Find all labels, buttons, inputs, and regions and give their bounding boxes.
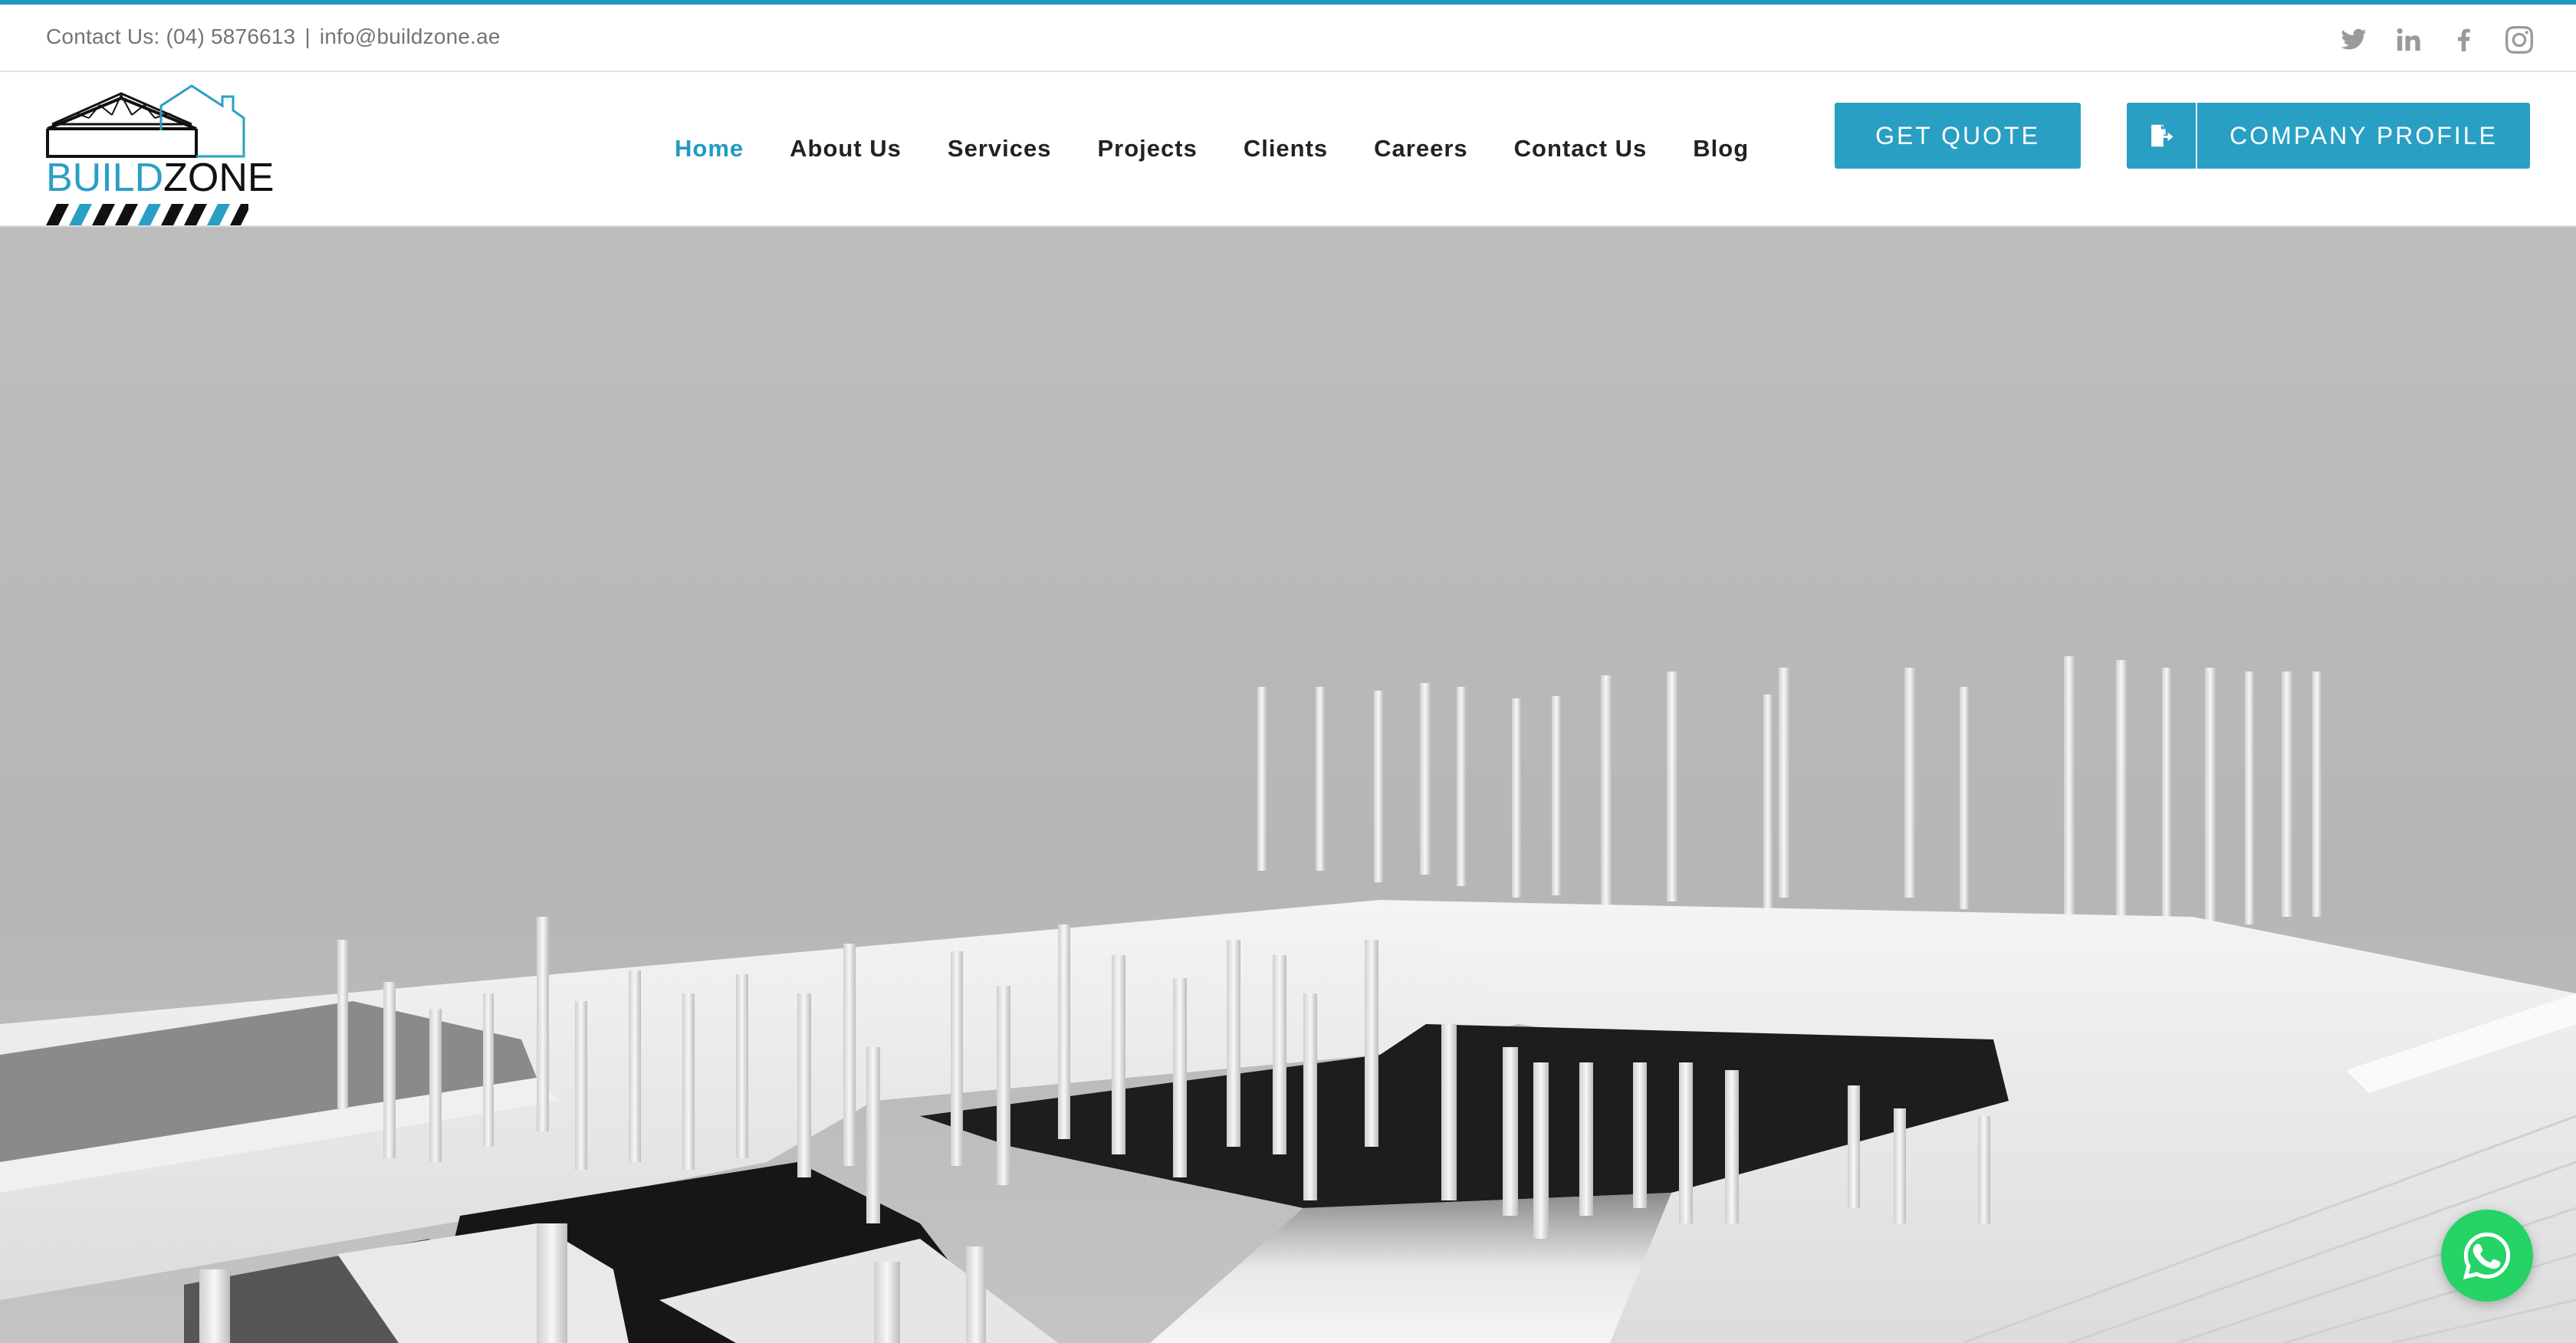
company-profile-label: COMPANY PROFILE [2229,121,2498,149]
logo-hazard-stripes [46,204,248,225]
contact-email[interactable]: info@buildzone.ae [320,25,501,48]
nav-projects[interactable]: Projects [1097,135,1197,163]
nav-contact-us[interactable]: Contact Us [1514,135,1648,163]
instagram-icon[interactable] [2505,26,2533,54]
file-export-icon [2127,103,2197,169]
whatsapp-icon [2463,1232,2511,1280]
logo-word-build: BUILD [46,156,164,200]
nav-about-us[interactable]: About Us [790,135,902,163]
contact-info: Contact Us: (04) 5876613 | info@buildzone.… [46,25,501,49]
facebook-icon[interactable] [2450,26,2478,54]
site-header: BUILDZONE Home About Us Services Project… [0,72,2576,227]
main-nav: Home About Us Services Projects Clients … [675,120,1795,178]
whatsapp-chat-button[interactable] [2441,1210,2533,1302]
construction-render-image [0,656,2576,1343]
hero-construction-render [0,227,2576,1343]
nav-careers[interactable]: Careers [1374,135,1467,163]
get-quote-button[interactable]: GET QUOTE [1835,103,2081,169]
logo-roof-graphic [46,84,245,158]
company-profile-button[interactable]: COMPANY PROFILE [2127,103,2530,169]
nav-clients[interactable]: Clients [1244,135,1328,163]
logo-wordmark: BUILDZONE [46,158,274,198]
nav-services[interactable]: Services [948,135,1052,163]
nav-blog[interactable]: Blog [1693,135,1749,163]
top-bar: Contact Us: (04) 5876613 | info@buildzone.… [0,0,2576,72]
nav-home[interactable]: Home [675,135,744,163]
buildzone-logo[interactable]: BUILDZONE [46,84,274,225]
twitter-icon[interactable] [2340,26,2367,54]
linkedin-icon[interactable] [2395,26,2423,54]
contact-phone[interactable]: Contact Us: (04) 5876613 [46,25,295,48]
social-links [2340,26,2533,54]
logo-word-zone: ZONE [163,156,274,200]
contact-separator: | [304,25,310,48]
